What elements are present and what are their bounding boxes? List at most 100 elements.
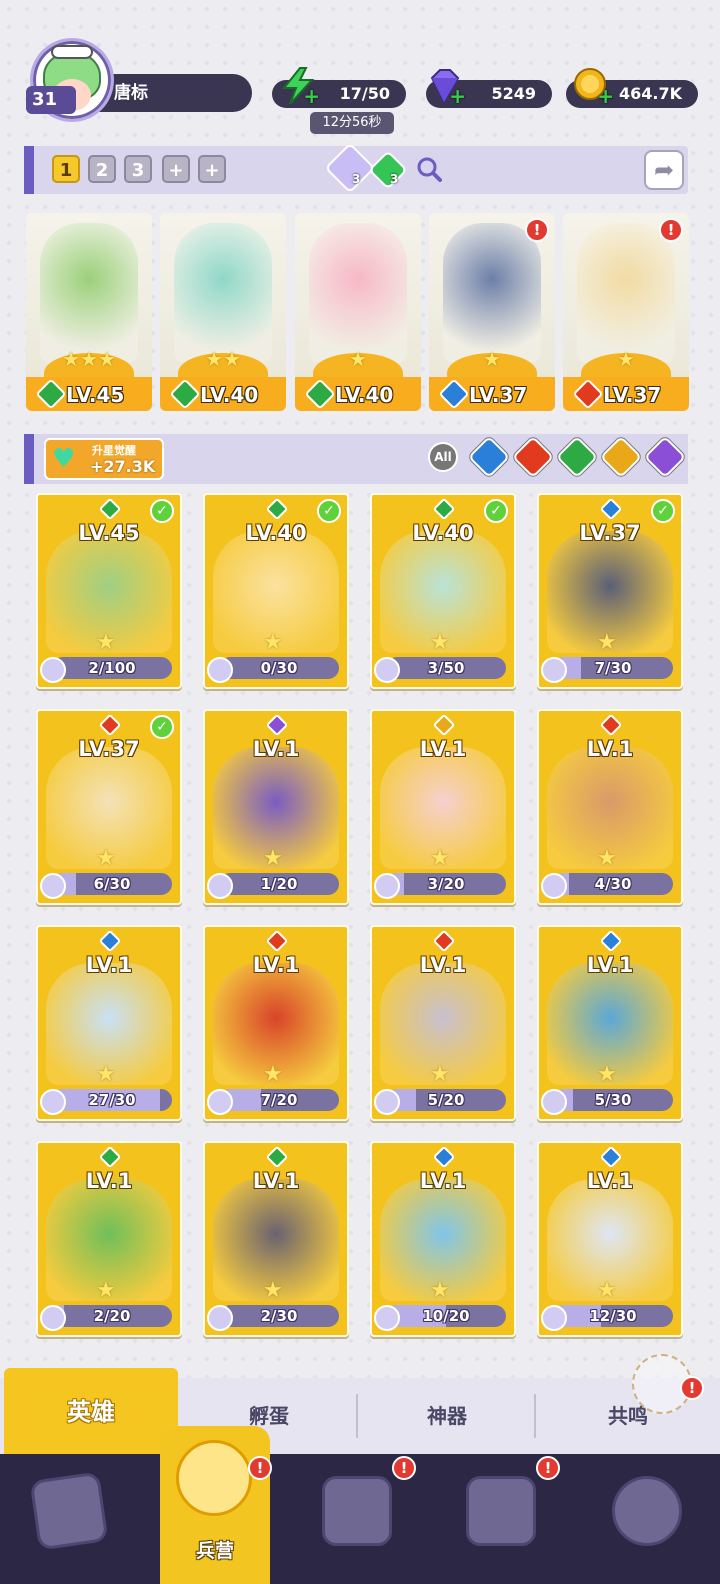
hero-card[interactable]: LV.1 ★ 3/20 (370, 709, 516, 905)
team-tab-3[interactable]: 3 (124, 155, 152, 183)
hero-card[interactable]: LV.45 ★ 2/100 ✓ (36, 493, 182, 689)
shard-icon (207, 873, 233, 899)
shard-icon (40, 1305, 66, 1331)
checkmark-icon: ✓ (150, 499, 174, 523)
hero-card[interactable]: LV.1 ★ 4/30 (537, 709, 683, 905)
hero-card[interactable]: LV.1 ★ 5/20 (370, 925, 516, 1121)
hero-card[interactable]: LV.1 ★ 5/30 (537, 925, 683, 1121)
star-icon: ★ (263, 1278, 283, 1303)
hero-level: LV.1 (586, 1169, 634, 1193)
hero-alert-badge: ! (525, 218, 549, 242)
team-hero-card[interactable]: ★ LV.37 (429, 213, 555, 411)
hero-card[interactable]: LV.1 ★ 2/20 (36, 1141, 182, 1337)
element-icon (98, 497, 122, 521)
shard-progress-bar: 7/30 (553, 657, 673, 679)
element-icon (265, 1145, 289, 1169)
team-hero-card[interactable]: ★★ LV.40 (160, 213, 286, 411)
hero-card[interactable]: LV.1 ★ 7/20 (203, 925, 349, 1121)
shard-icon (374, 657, 400, 683)
star-icon: ★ (96, 630, 116, 655)
team-tab-1[interactable]: 1 (52, 155, 80, 183)
hero-card[interactable]: LV.1 ★ 12/30 (537, 1141, 683, 1337)
hero-portrait (40, 223, 138, 363)
filter-all-button[interactable]: All (428, 442, 458, 472)
plus-icon: + (449, 84, 466, 108)
awaken-bonus-button[interactable]: ♥ 升星觉醒 +27.3K (44, 438, 164, 480)
shard-icon (40, 657, 66, 683)
nav-cards-button[interactable] (29, 1471, 109, 1551)
hero-card[interactable]: LV.37 ★ 6/30 ✓ (36, 709, 182, 905)
hero-card[interactable]: LV.1 ★ 2/30 (203, 1141, 349, 1337)
star-icon: ★ (597, 1278, 617, 1303)
hero-level: LV.1 (419, 1169, 467, 1193)
shard-progress-text: 0/30 (260, 659, 298, 677)
star-icon: ★ (430, 630, 450, 655)
hero-level: LV.40 (200, 383, 259, 407)
element-icon (265, 497, 289, 521)
team-hero-card[interactable]: ★★★ LV.45 (26, 213, 152, 411)
filter-bar-accent (24, 434, 34, 484)
team-gem-count: 3 (352, 172, 361, 186)
energy-add-button[interactable]: + (278, 66, 320, 108)
hero-portrait (174, 223, 272, 363)
hero-portrait (309, 223, 407, 363)
shard-progress-text: 12/30 (589, 1307, 637, 1325)
shard-icon (541, 1305, 567, 1331)
shard-progress-text: 6/30 (93, 875, 131, 893)
element-icon (599, 713, 623, 737)
team-hero-card[interactable]: ★ LV.37 (563, 213, 689, 411)
gem-add-button[interactable]: + (424, 66, 466, 108)
heart-icon: ♥ (52, 444, 76, 474)
magnifier-button[interactable] (416, 156, 442, 182)
star-icon: ★ (96, 1062, 116, 1087)
hero-level: LV.40 (412, 521, 474, 545)
team-tab-add[interactable]: + (162, 155, 190, 183)
shard-icon (541, 873, 567, 899)
tab-artifact[interactable]: 神器 (358, 1378, 536, 1454)
shard-progress-bar: 0/30 (219, 657, 339, 679)
hero-card[interactable]: LV.1 ★ 1/20 (203, 709, 349, 905)
hero-level: LV.37 (78, 737, 140, 761)
shard-progress-bar: 10/20 (386, 1305, 506, 1327)
hero-card[interactable]: LV.37 ★ 7/30 ✓ (537, 493, 683, 689)
barracks-alert-badge: ! (248, 1456, 272, 1480)
nav-map-button[interactable] (322, 1476, 392, 1546)
shard-icon (541, 657, 567, 683)
hero-card[interactable]: LV.40 ★ 3/50 ✓ (370, 493, 516, 689)
shard-progress-bar: 4/30 (553, 873, 673, 895)
tab-heroes[interactable]: 英雄 (4, 1368, 178, 1456)
hero-level: LV.1 (419, 953, 467, 977)
shard-progress-bar: 3/50 (386, 657, 506, 679)
nav-shrine-button[interactable] (466, 1476, 536, 1546)
plus-icon: + (303, 84, 320, 108)
shard-icon (40, 873, 66, 899)
element-icon (599, 497, 623, 521)
star-rating: ★ (617, 347, 635, 371)
element-icon (98, 1145, 122, 1169)
team-tab-add[interactable]: + (198, 155, 226, 183)
shard-icon (374, 1305, 400, 1331)
hero-level: LV.40 (245, 521, 307, 545)
shard-progress-text: 4/30 (594, 875, 632, 893)
shard-progress-text: 5/30 (594, 1091, 632, 1109)
checkmark-icon: ✓ (317, 499, 341, 523)
hero-card[interactable]: LV.40 ★ 0/30 ✓ (203, 493, 349, 689)
share-button[interactable]: ➦ (644, 150, 684, 190)
plus-icon: + (597, 84, 614, 108)
team-tab-2[interactable]: 2 (88, 155, 116, 183)
shard-progress-text: 7/30 (594, 659, 632, 677)
checkmark-icon: ✓ (484, 499, 508, 523)
element-icon (98, 929, 122, 953)
nav-barracks-label: 兵营 (195, 1540, 234, 1562)
gold-add-button[interactable]: + (572, 66, 614, 108)
hero-level: LV.45 (66, 383, 125, 407)
element-icon (432, 497, 456, 521)
shard-progress-text: 1/20 (260, 875, 298, 893)
star-icon: ★ (597, 1062, 617, 1087)
shard-progress-bar: 6/30 (52, 873, 172, 895)
shard-progress-text: 2/100 (88, 659, 136, 677)
hero-card[interactable]: LV.1 ★ 10/20 (370, 1141, 516, 1337)
team-hero-card[interactable]: ★ LV.40 (295, 213, 421, 411)
hero-card[interactable]: LV.1 ★ 27/30 (36, 925, 182, 1121)
nav-guild-button[interactable] (612, 1476, 682, 1546)
